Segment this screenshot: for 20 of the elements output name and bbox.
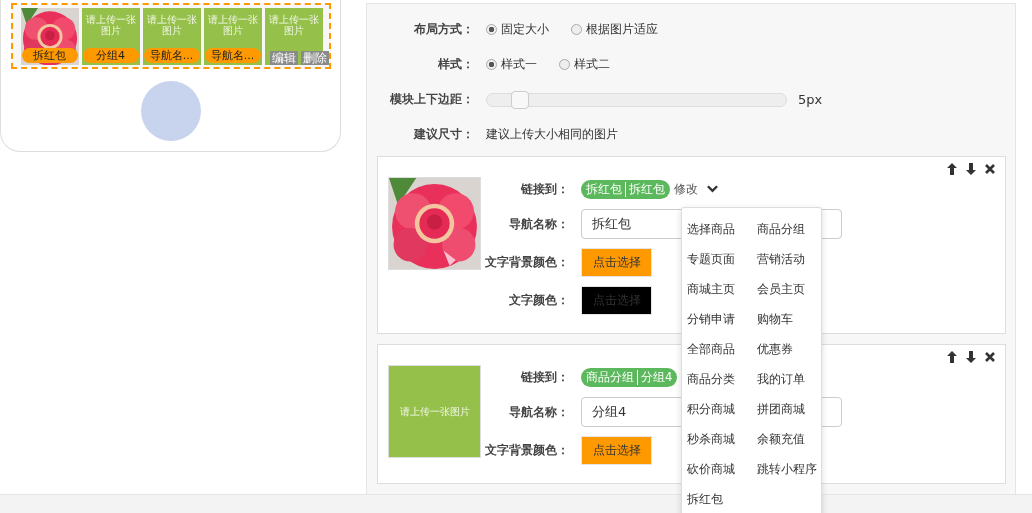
field-label: 文字背景颜色： — [484, 253, 570, 271]
slider-value: 5px — [798, 92, 823, 107]
field-label: 模块上下边距： — [389, 91, 475, 108]
field-label: 链接到： — [520, 368, 570, 386]
nav-label: 拆红包 — [21, 48, 78, 63]
hint-text: 建议上传大小相同的图片 — [486, 126, 618, 143]
nav-label: 分组4 — [82, 48, 139, 63]
nav-label: 导航名... — [143, 48, 200, 63]
placeholder-image: 请上传一张图片 — [389, 366, 480, 457]
nav-label: 导航名... — [204, 48, 261, 63]
field-label: 布局方式： — [413, 21, 475, 38]
field-label: 文字颜色： — [508, 291, 570, 309]
field-label: 导航名称： — [508, 403, 570, 421]
field-label: 建议尺寸： — [412, 126, 475, 143]
link-tag: 商品分组 分组4 — [581, 367, 678, 387]
field-label: 导航名称： — [508, 215, 570, 233]
field-label: 文字背景颜色： — [484, 441, 570, 459]
link-tag: 拆红包 拆红包 — [581, 179, 670, 199]
field-label: 样式： — [437, 56, 475, 73]
field-label: 链接到： — [520, 180, 570, 198]
